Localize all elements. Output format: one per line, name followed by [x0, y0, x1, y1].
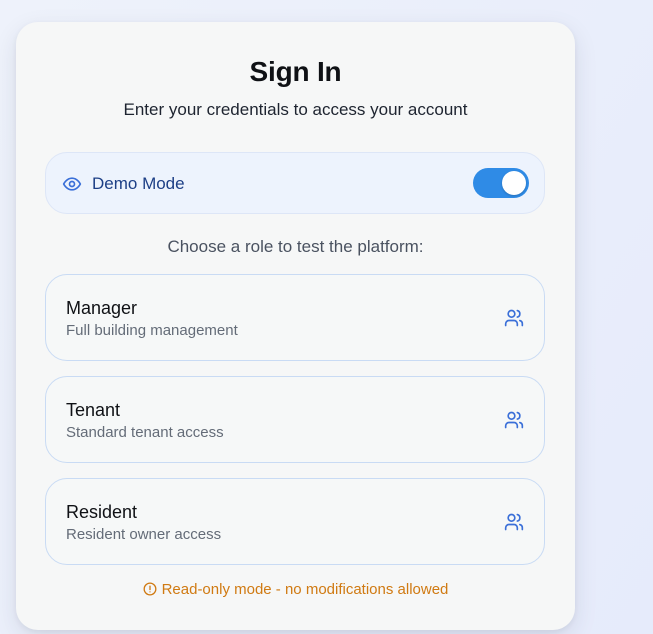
role-card-tenant[interactable]: Tenant Standard tenant access: [45, 376, 545, 463]
demo-mode-row: Demo Mode: [45, 152, 545, 214]
role-description: Resident owner access: [66, 526, 222, 543]
role-card-resident[interactable]: Resident Resident owner access: [45, 478, 545, 565]
readonly-notice: Read-only mode - no modifications allowe…: [16, 581, 575, 598]
role-name: Resident: [66, 502, 138, 522]
role-name: Manager: [66, 298, 138, 318]
signin-card: Sign In Enter your credentials to access…: [16, 22, 575, 630]
alert-circle-icon: [143, 582, 157, 596]
users-icon: [504, 513, 524, 531]
role-name: Tenant: [66, 400, 121, 420]
toggle-knob: [502, 171, 526, 195]
page-subtitle: Enter your credentials to access your ac…: [123, 100, 468, 119]
users-icon: [504, 309, 524, 327]
role-card-manager[interactable]: Manager Full building management: [45, 274, 545, 361]
eye-icon: [62, 177, 82, 191]
role-prompt: Choose a role to test the platform:: [167, 237, 424, 256]
readonly-notice-text: Read-only mode - no modifications allowe…: [161, 581, 449, 598]
page-title: Sign In: [249, 56, 342, 87]
role-description: Full building management: [66, 322, 238, 339]
demo-mode-label: Demo Mode: [92, 174, 185, 193]
demo-mode-toggle[interactable]: [473, 168, 529, 198]
users-icon: [504, 411, 524, 429]
role-description: Standard tenant access: [66, 424, 224, 441]
